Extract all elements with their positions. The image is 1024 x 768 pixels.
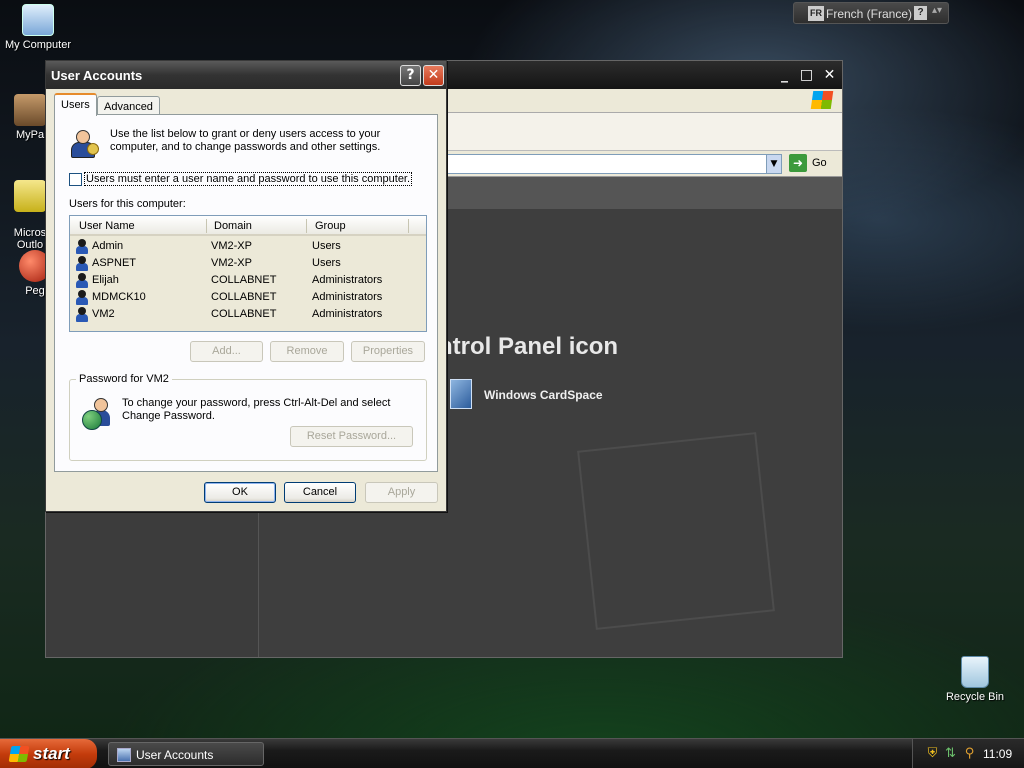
user-group: Users [312, 257, 341, 269]
network-icon[interactable]: ⇅ [943, 746, 958, 761]
start-button[interactable]: start [0, 739, 97, 768]
windows-logo-icon [810, 91, 834, 109]
recycle-bin-label: Recycle Bin [945, 691, 1005, 703]
search-icon[interactable]: ⚲ [962, 746, 977, 761]
cancel-button[interactable]: Cancel [284, 482, 356, 503]
user-accounts-icon [117, 748, 131, 762]
cardspace-link[interactable]: Windows CardSpace [484, 388, 603, 402]
intro-text: Use the list below to grant or deny user… [110, 128, 381, 153]
user-domain: COLLABNET [211, 308, 277, 320]
desktop-icon-label: MyPa [15, 129, 45, 141]
clock[interactable]: 11:09 [983, 747, 1012, 761]
dialog-titlebar: User Accounts ? ✕ [46, 61, 446, 89]
desktop-icon-label: Micros Outlo [13, 227, 47, 251]
column-domain[interactable]: Domain [214, 220, 252, 232]
windows-logo-icon [8, 746, 30, 762]
user-icon [75, 273, 89, 288]
require-login-label[interactable]: Users must enter a user name and passwor… [84, 172, 413, 186]
user-domain: VM2-XP [211, 257, 252, 269]
user-icon [75, 239, 89, 254]
column-user-name[interactable]: User Name [79, 220, 135, 232]
user-icon [75, 307, 89, 322]
ok-button[interactable]: OK [204, 482, 276, 503]
taskbar-item-user-accounts[interactable]: User Accounts [108, 742, 264, 766]
user-domain: COLLABNET [211, 291, 277, 303]
table-row[interactable]: VM2 COLLABNET Administrators [70, 306, 426, 323]
users-list-label: Users for this computer: [69, 198, 186, 210]
add-user-button[interactable]: Add... [190, 341, 263, 362]
chevron-down-icon[interactable]: ▼ [766, 154, 782, 174]
user-group: Users [312, 240, 341, 252]
computer-icon [22, 4, 54, 36]
user-group: Administrators [312, 291, 383, 303]
desktop-icon-label: My Computer [4, 39, 72, 51]
cardspace-icon[interactable] [450, 379, 472, 409]
people-icon [14, 94, 46, 126]
user-domain: VM2-XP [211, 240, 252, 252]
column-group[interactable]: Group [315, 220, 346, 232]
users-key-icon [67, 127, 101, 161]
recycle-bin-icon [961, 656, 989, 688]
language-code[interactable]: FR [808, 6, 824, 21]
table-row[interactable]: MDMCK10 COLLABNET Administrators [70, 289, 426, 306]
desktop-icon-recycle-bin[interactable]: Recycle Bin [940, 656, 1010, 703]
start-label: start [33, 744, 70, 763]
apply-button[interactable]: Apply [365, 482, 438, 503]
user-name: MDMCK10 [92, 291, 146, 303]
password-instructions: To change your password, press Ctrl-Alt-… [122, 397, 391, 422]
address-input[interactable] [446, 154, 782, 174]
users-list[interactable]: User Name Domain Group Admin VM2-XP User… [69, 215, 427, 332]
user-icon [75, 290, 89, 305]
system-tray: ⛨ ⇅ ⚲ 11:09 [912, 739, 1024, 768]
require-login-checkbox[interactable] [69, 173, 82, 186]
users-list-header: User Name Domain Group [70, 216, 426, 236]
language-name[interactable]: French (France) [826, 7, 912, 21]
close-icon[interactable]: ✕ [819, 66, 840, 85]
watermark-graphic [577, 432, 775, 630]
user-name: ASPNET [92, 257, 137, 269]
language-options-icon[interactable]: ▴▾ [932, 5, 942, 16]
control-panel-heading: ntrol Panel icon [438, 333, 619, 360]
content-header-band [446, 177, 842, 209]
security-shield-icon[interactable]: ⛨ [925, 746, 940, 761]
taskbar-item-label: User Accounts [136, 748, 214, 762]
user-group: Administrators [312, 308, 383, 320]
outlook-icon [14, 180, 46, 212]
help-button[interactable]: ? [400, 65, 421, 86]
reset-password-button[interactable]: Reset Password... [290, 426, 413, 447]
desktop-icon-label: Peg [25, 285, 45, 297]
dialog-title: User Accounts [51, 68, 143, 83]
user-accounts-dialog: User Accounts ? ✕ Users Advanced Use the… [45, 60, 447, 512]
taskbar: start User Accounts ⛨ ⇅ ⚲ 11:09 [0, 738, 1024, 768]
minimize-icon[interactable]: _ [774, 66, 795, 85]
remove-user-button[interactable]: Remove [270, 341, 344, 362]
user-icon [75, 256, 89, 271]
properties-button[interactable]: Properties [351, 341, 425, 362]
table-row[interactable]: Elijah COLLABNET Administrators [70, 272, 426, 289]
password-group-title: Password for VM2 [76, 373, 172, 385]
table-row[interactable]: ASPNET VM2-XP Users [70, 255, 426, 272]
go-button[interactable]: Go [812, 157, 827, 169]
user-domain: COLLABNET [211, 274, 277, 286]
language-bar[interactable]: FR French (France) ? ▴▾ [793, 2, 949, 24]
language-help-icon[interactable]: ? [914, 6, 927, 20]
close-button[interactable]: ✕ [423, 65, 444, 86]
table-row[interactable]: Admin VM2-XP Users [70, 238, 426, 255]
tab-users[interactable]: Users [54, 93, 97, 116]
users-tab-panel: Use the list below to grant or deny user… [54, 114, 438, 472]
desktop-icon-my-computer[interactable]: My Computer [0, 4, 76, 51]
user-name: VM2 [92, 308, 115, 320]
go-arrow-icon[interactable]: ➜ [789, 154, 807, 172]
password-group: Password for VM2 To change your password… [69, 373, 427, 461]
user-globe-icon [82, 398, 116, 432]
user-name: Elijah [92, 274, 119, 286]
user-group: Administrators [312, 274, 383, 286]
user-name: Admin [92, 240, 124, 252]
maximize-icon[interactable]: □ [796, 66, 817, 85]
